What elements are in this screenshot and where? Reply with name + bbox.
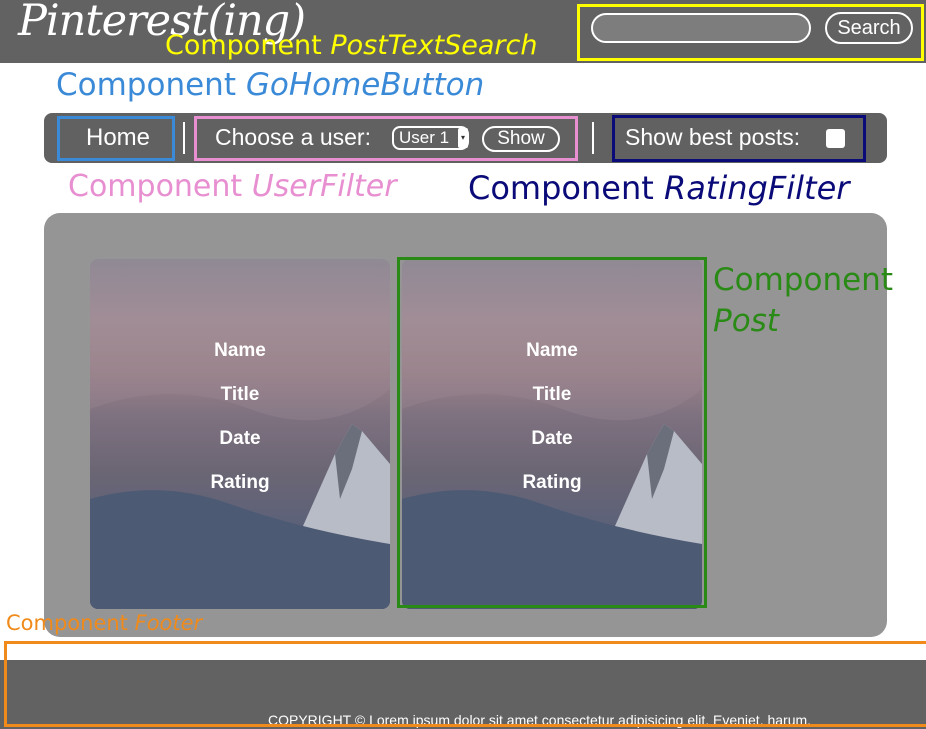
annotation-box-footer [4,641,926,727]
annotation-box-user [194,116,578,161]
annotation-box-post [397,257,707,608]
annotation-box-home [57,116,175,161]
annotation-box-search [577,4,924,61]
annotation-label-post: Component Post [713,262,893,339]
post-card[interactable]: Name Title Date Rating [90,259,390,609]
post-rating: Rating [210,472,270,493]
annotation-label-rating: Component RatingFilter [468,169,850,207]
nav-separator [592,122,594,154]
post-name: Name [214,340,266,361]
nav-separator [183,122,185,154]
annotation-label-footer: Component Footer [6,611,203,635]
post-title: Title [220,384,260,405]
annotation-box-rating [612,115,866,162]
annotation-label-search: Component PostTextSearch [165,30,538,61]
annotation-label-home: Component GoHomeButton [56,67,485,103]
post-date: Date [219,428,261,449]
annotation-label-user: Component UserFilter [68,169,397,204]
